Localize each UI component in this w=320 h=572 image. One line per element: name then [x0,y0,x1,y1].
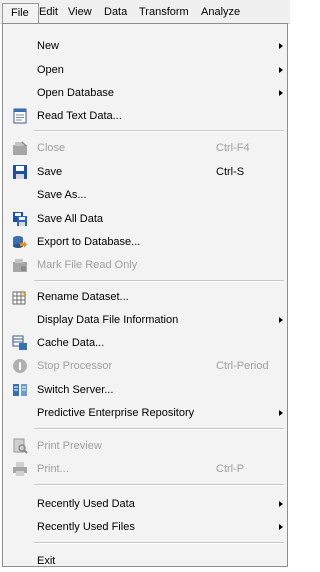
menu-item-stop-processor: Stop Processor Ctrl-Period [3,355,287,377]
lock-file-icon [12,257,28,273]
print-preview-icon [12,438,28,454]
menu-item-read-text-data[interactable]: Read Text Data... [3,105,287,127]
menu-item-label: Stop Processor [37,360,113,372]
menu-item-new[interactable]: New [3,35,287,57]
menu-item-label: Save As... [37,189,87,201]
menu-separator [34,542,284,544]
file-menu-dropdown: New Open Open Database Read Text Data...… [2,23,288,567]
menu-item-label: Export to Database... [37,236,141,248]
menu-item-label: Exit [37,555,56,567]
menu-transform[interactable]: Transform [139,5,189,20]
menu-item-label: Mark File Read Only [37,259,138,271]
menu-item-cache-data[interactable]: Cache Data... [3,332,287,354]
menu-bar: File Edit View Data Transform Analyze [0,0,290,24]
submenu-arrow-icon [279,317,283,323]
menu-item-open[interactable]: Open [3,59,287,81]
menu-item-print: Print... Ctrl-P [3,458,287,480]
menu-item-label: Print... [37,463,69,475]
submenu-arrow-icon [279,501,283,507]
menu-item-label: Switch Server... [37,384,114,396]
menu-item-print-preview: Print Preview [3,435,287,457]
menu-item-mark-read-only: Mark File Read Only [3,254,287,276]
menu-item-label: Recently Used Files [37,521,135,533]
menu-item-label: Open Database [37,87,115,99]
menu-item-label: Cache Data... [37,337,105,349]
menu-item-predictive-repo[interactable]: Predictive Enterprise Repository [3,402,287,424]
menu-item-shortcut: Ctrl-S [216,166,245,178]
export-database-icon [12,234,28,250]
switch-server-icon [12,382,28,398]
menu-item-label: Close [37,142,66,154]
menu-item-save-all-data[interactable]: Save All Data [3,208,287,230]
cache-data-icon [12,335,28,351]
menu-item-label: Recently Used Data [37,498,135,510]
menu-view[interactable]: View [68,5,92,20]
menu-item-label: Save All Data [37,213,104,225]
menu-separator [34,428,284,430]
menu-item-label: Rename Dataset... [37,291,129,303]
menu-item-shortcut: Ctrl-F4 [216,142,250,154]
text-file-icon [12,108,28,124]
menu-item-recently-used-data[interactable]: Recently Used Data [3,493,287,515]
menu-item-rename-dataset[interactable]: Rename Dataset... [3,286,287,308]
menu-analyze[interactable]: Analyze [201,5,240,20]
menu-item-exit[interactable]: Exit [3,550,287,572]
printer-icon [12,461,28,477]
menu-item-label: Predictive Enterprise Repository [37,407,195,419]
menu-item-open-database[interactable]: Open Database [3,82,287,104]
submenu-arrow-icon [279,90,283,96]
menu-item-shortcut: Ctrl-P [216,463,245,475]
menu-item-label: Open [37,64,64,76]
stop-icon [12,358,28,374]
menu-item-recently-used-files[interactable]: Recently Used Files [3,516,287,538]
submenu-arrow-icon [279,524,283,530]
menu-item-save-as[interactable]: Save As... [3,184,287,206]
menu-item-label: Save [37,166,63,178]
menu-item-label: Display Data File Information [37,314,179,326]
menu-separator [34,280,284,282]
menu-item-shortcut: Ctrl-Period [216,360,269,372]
menu-data[interactable]: Data [104,5,127,20]
close-file-icon [12,140,28,156]
menu-item-label: Read Text Data... [37,110,122,122]
menu-item-switch-server[interactable]: Switch Server... [3,379,287,401]
menu-item-save[interactable]: Save Ctrl-S [3,161,287,183]
menu-file[interactable]: File [2,3,39,23]
save-all-icon [12,211,28,227]
menu-item-label: Print Preview [37,440,102,452]
menu-item-label: New [37,40,60,52]
submenu-arrow-icon [279,410,283,416]
menu-item-close: Close Ctrl-F4 [3,137,287,159]
menu-separator [34,484,284,486]
menu-item-export-to-database[interactable]: Export to Database... [3,231,287,253]
submenu-arrow-icon [279,43,283,49]
rename-dataset-icon [12,289,28,305]
floppy-disk-icon [12,164,28,180]
menu-edit[interactable]: Edit [39,5,58,20]
menu-separator [34,130,284,132]
submenu-arrow-icon [279,67,283,73]
menu-item-display-info[interactable]: Display Data File Information [3,309,287,331]
